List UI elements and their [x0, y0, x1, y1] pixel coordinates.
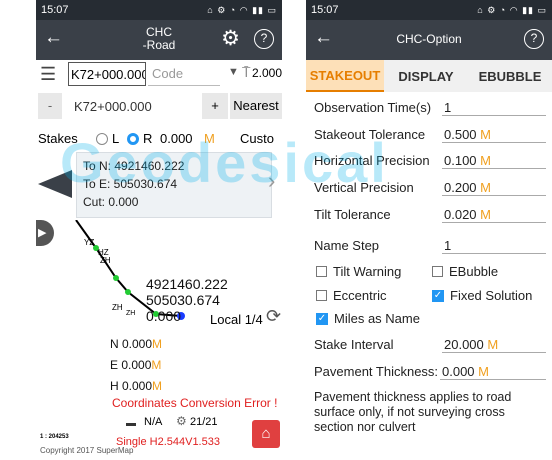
tilt-tolerance-label: Tilt Tolerance [314, 207, 391, 222]
eccentric-checkbox[interactable]: Eccentric [316, 288, 386, 303]
code-dropdown[interactable]: ▼ [228, 66, 239, 78]
map-view[interactable]: ▶ YZ HZ ZH ZH ZH 4921460.222 505030.674 … [36, 220, 282, 420]
tilt-tolerance-input[interactable]: 0.020 M [442, 207, 546, 223]
name-step-label: Name Step [314, 238, 380, 253]
chevron-right-icon[interactable]: › [268, 168, 275, 194]
offset-unit: M [204, 131, 215, 146]
info-panel: To N: 4921460.222 To E: 505030.674 Cut: … [76, 152, 272, 218]
satellite-icon: ⚙ [176, 414, 187, 428]
road-stakeout-screen: 15:07 ⌂ ⚙ ◔ ◠ ▮▮ ▭ ← CHC -Road ⚙ ? ☰ K72… [36, 0, 282, 460]
device-icon: ▬ [126, 418, 136, 429]
stake-interval-input[interactable]: 20.000 M [442, 337, 546, 353]
plus-button[interactable]: + [202, 93, 228, 119]
map-scale: 1 : 204253 [40, 434, 69, 440]
error-text: Coordinates Conversion Error ! [112, 396, 278, 410]
radio-left[interactable] [96, 133, 108, 145]
horizontal-precision-input[interactable]: 0.100 M [442, 153, 546, 169]
observation-time-input[interactable]: 1 [442, 100, 546, 116]
status-time: 15:07 [311, 4, 339, 16]
list-icon[interactable]: ☰ [40, 64, 56, 85]
satellite-count: 21/21 [190, 416, 218, 428]
stakeout-tolerance-label: Stakeout Tolerance [314, 127, 426, 142]
to-east: To E: 505030.674 [83, 177, 178, 191]
status-time: 15:07 [41, 4, 69, 16]
point-zh2-label: ZH [112, 303, 123, 312]
point-zh-label: ZH [100, 256, 111, 265]
cut-value: Cut: 0.000 [83, 195, 139, 209]
local-label[interactable]: Local 1/4 [210, 312, 263, 327]
checkbox-unchecked-icon [316, 290, 327, 301]
status-bar: 15:07 ⌂ ⚙ ◔ ◠ ▮▮ ▭ [36, 0, 282, 20]
refresh-icon[interactable]: ⟳ [266, 306, 281, 327]
status-icons: ⌂ ⚙ ◔ ◠ ▮▮ ▭ [477, 4, 547, 15]
radio-right[interactable] [127, 133, 139, 145]
station-row: ☰ K72+000.000 Code ▼ ⍑ 2.000 [36, 62, 282, 88]
antenna-height[interactable]: 2.000 [252, 66, 282, 80]
option-screen: 15:07 ⌂ ⚙ ◔ ◠ ▮▮ ▭ ← CHC-Option ? STAKEO… [306, 0, 552, 460]
help-icon[interactable]: ? [524, 29, 544, 49]
app-title: CHC-Option [396, 32, 462, 46]
tab-display[interactable]: DISPLAY [384, 60, 468, 92]
minus-button[interactable]: - [38, 93, 62, 119]
horizontal-precision-label: Horizontal Precision [314, 153, 430, 168]
nearest-button[interactable]: Nearest [230, 93, 282, 119]
stakes-label[interactable]: Stakes [38, 131, 78, 146]
radio-right-label: R [143, 131, 153, 146]
stakeout-icon[interactable]: ⌂ [252, 420, 280, 448]
tilt-warning-checkbox[interactable]: Tilt Warning [316, 264, 401, 279]
to-north: To N: 4921460.222 [83, 159, 185, 173]
fixed-solution-checkbox[interactable]: ✓ Fixed Solution [432, 288, 532, 303]
pavement-thickness-input[interactable]: 0.000 M [440, 364, 546, 380]
local-coordinates: N 0.000M E 0.000M H 0.000M [110, 337, 163, 393]
tab-stakeout[interactable]: STAKEOUT [306, 60, 384, 92]
app-toolbar: ← CHC -Road ⚙ ? [36, 20, 282, 60]
stakeout-tolerance-input[interactable]: 0.500 M [442, 127, 546, 143]
checkbox-unchecked-icon [316, 266, 327, 277]
station-nav-row: - K72+000.000 + Nearest [36, 93, 282, 121]
offset-input[interactable]: 0.000 [160, 131, 193, 146]
status-icons: ⌂ ⚙ ◔ ◠ ▮▮ ▭ [207, 4, 277, 15]
checkbox-checked-icon: ✓ [432, 289, 444, 302]
checkbox-checked-icon: ✓ [316, 312, 328, 325]
station-input[interactable]: K72+000.000 [68, 62, 146, 86]
point-yz-label: YZ [84, 238, 95, 247]
back-arrow-icon[interactable]: ← [314, 27, 333, 49]
vertical-precision-label: Vertical Precision [314, 180, 414, 195]
pavement-thickness-label: Pavement Thickness: [314, 364, 439, 379]
stake-interval-label: Stake Interval [314, 337, 394, 352]
app-toolbar: ← CHC-Option ? [306, 20, 552, 60]
observation-time-label: Observation Time(s) [314, 100, 432, 115]
vertical-precision-input[interactable]: 0.200 M [442, 180, 546, 196]
tab-bar: STAKEOUT DISPLAY EBUBBLE [306, 60, 552, 92]
gear-icon[interactable]: ⚙ [221, 26, 240, 51]
radio-left-label: L [112, 131, 120, 146]
custom-dropdown[interactable]: Custo [240, 131, 274, 146]
ebubble-checkbox[interactable]: EBubble [432, 264, 498, 279]
app-title: CHC -Road [142, 25, 176, 52]
name-step-input[interactable]: 1 [442, 238, 546, 254]
station-value[interactable]: K72+000.000 [74, 99, 152, 114]
tab-ebubble[interactable]: EBUBBLE [468, 60, 552, 92]
help-icon[interactable]: ? [254, 29, 274, 49]
checkbox-unchecked-icon [432, 266, 443, 277]
miles-as-name-checkbox[interactable]: ✓ Miles as Name [316, 311, 420, 326]
direction-arrow-icon [38, 170, 72, 198]
stakes-row: Stakes L R 0.000 M Custo [36, 127, 282, 151]
code-input[interactable]: Code [148, 62, 220, 86]
status-bar: 15:07 ⌂ ⚙ ◔ ◠ ▮▮ ▭ [306, 0, 552, 20]
pavement-note: Pavement thickness applies to road surfa… [314, 390, 512, 434]
copyright-text: Copyright 2017 SuperMap [40, 446, 134, 455]
antenna-icon[interactable]: ⍑ [242, 64, 250, 81]
point-zh3-label: ZH [126, 310, 136, 317]
rtk-status: N/A [144, 416, 163, 428]
